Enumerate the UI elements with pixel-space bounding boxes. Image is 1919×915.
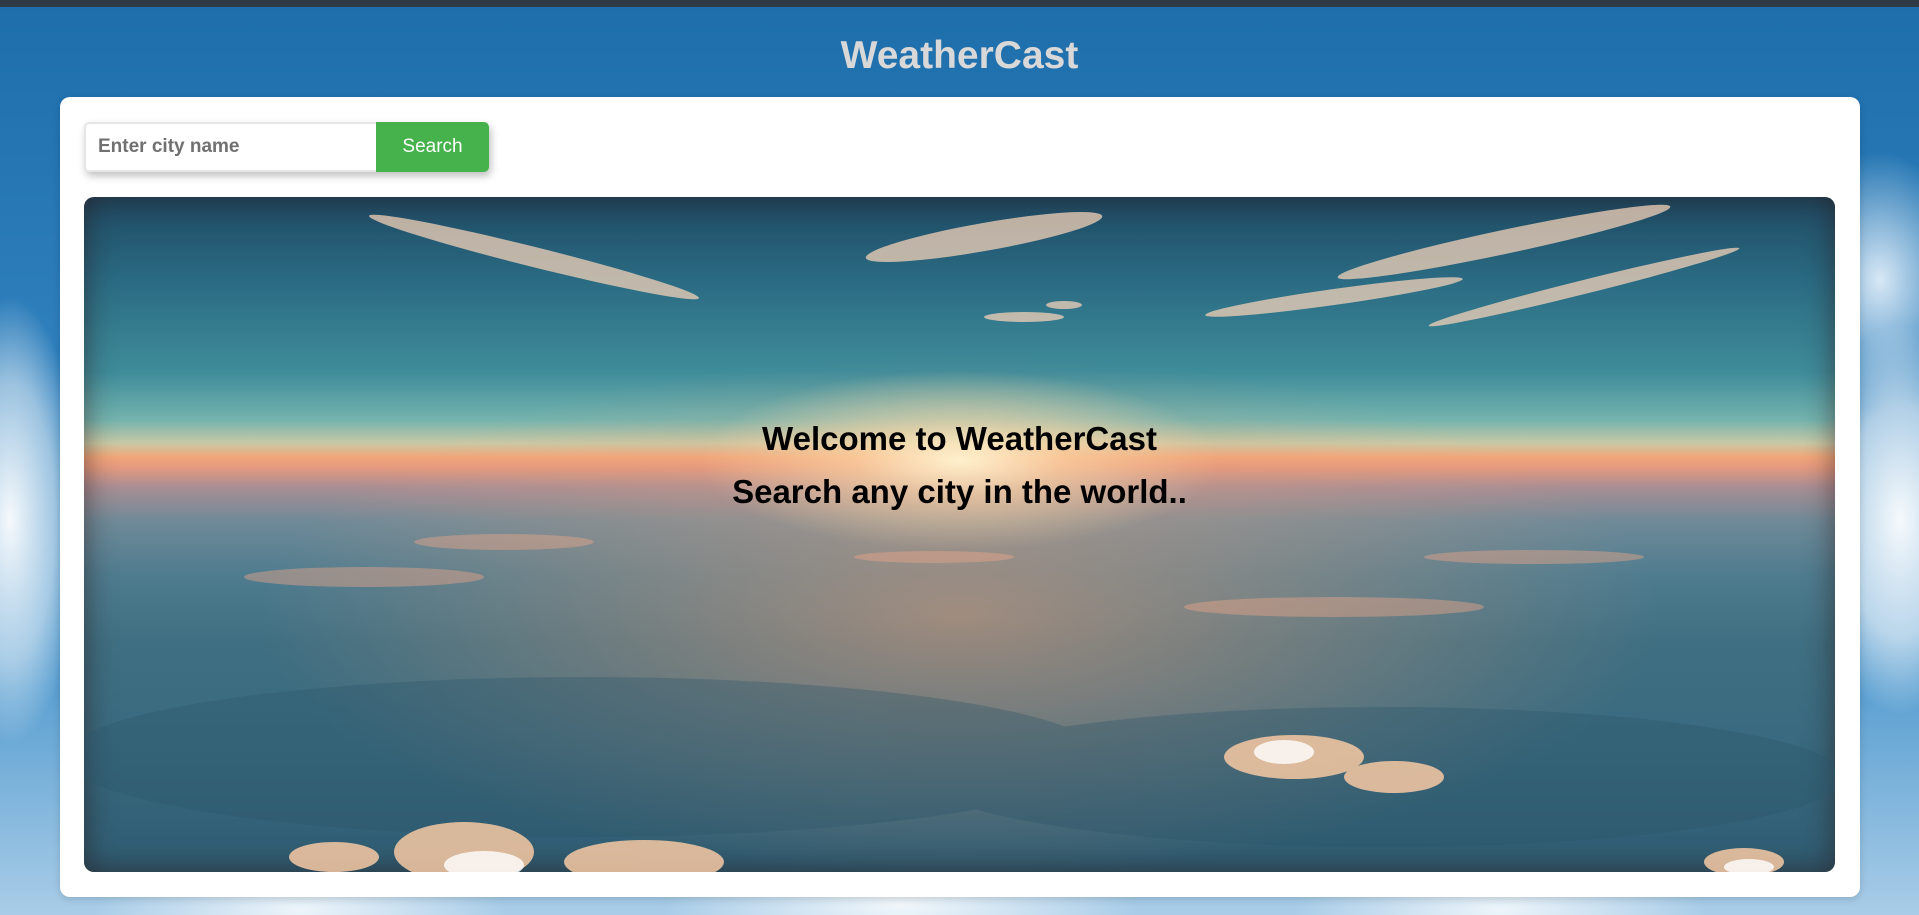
hero-banner: Welcome to WeatherCast Search any city i… (84, 197, 1835, 872)
browser-top-strip (0, 0, 1919, 7)
city-search-input[interactable] (84, 122, 376, 172)
search-button[interactable]: Search (376, 122, 489, 172)
welcome-subheading: Search any city in the world.. (732, 473, 1187, 510)
sky-clouds-illustration (84, 204, 1835, 872)
welcome-heading: Welcome to WeatherCast (762, 420, 1157, 457)
search-bar: Search (84, 122, 489, 172)
main-card: Search (60, 97, 1860, 897)
app-title: WeatherCast (840, 34, 1079, 77)
hero-message: Welcome to WeatherCast Search any city i… (84, 412, 1835, 518)
